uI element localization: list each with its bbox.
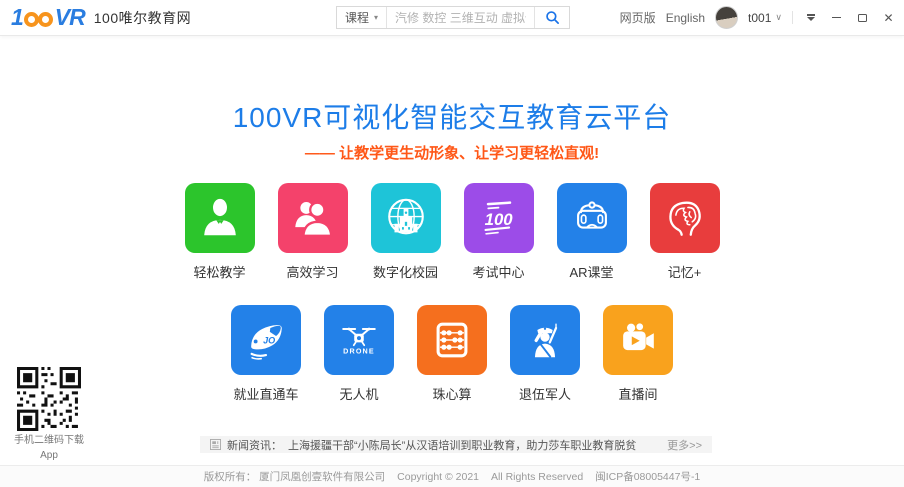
qr-caption-line2: App [0,449,98,464]
news-label: 新闻资讯： [227,437,282,453]
tile-veterans[interactable] [510,305,580,375]
tile-row-1: 轻松教学 高效学习 [0,183,904,281]
svg-text:100: 100 [484,210,513,229]
tile-abacus[interactable] [417,305,487,375]
tile-label: 轻松教学 [193,262,245,281]
qr-caption-line1: 手机二维码下载 [0,434,98,449]
page-subtitle: —— 让教学更生动形象、让学习更轻松直观! [0,142,904,163]
drone-icon: DRONE [336,317,382,363]
tile-label: 退伍军人 [519,384,571,403]
qr-code-image [17,367,81,431]
news-headline-link[interactable]: 上海援疆干部“小陈局长”从汉语培训到职业教育，助力莎车职业教育脱贫 [288,437,636,453]
soldier-icon [522,317,568,363]
video-camera-icon [615,317,661,363]
search-input[interactable] [387,7,534,28]
qr-caption: 手机二维码下载 App [0,434,98,463]
user-menu[interactable]: t001 ∨ [748,11,782,25]
search-button[interactable] [534,7,569,28]
window-controls: ✕ [804,10,895,26]
page-title: 100VR可视化智能交互教育云平台 [0,96,904,136]
web-version-link[interactable]: 网页版 [620,9,656,26]
close-button[interactable]: ✕ [882,10,895,26]
username: t001 [748,11,771,25]
search-category-dropdown[interactable]: 课程 ▾ [337,7,387,28]
tile-label: 直播间 [618,384,657,403]
footer: 版权所有： 厦门凤凰创壹软件有限公司 Copyright © 2021 All … [0,465,904,487]
tile-cell-drone: DRONE 无人机 [324,305,394,403]
tile-cell-efficient-learning: 高效学习 [278,183,348,281]
news-icon [210,439,221,450]
maximize-button[interactable] [856,10,869,26]
app-window: 1 VR 100唯尔教育网 课程 ▾ 网页版 English t001 [0,0,904,487]
caret-down-icon: ▾ [374,13,378,22]
students-icon [290,195,336,241]
tile-label: AR课堂 [569,262,613,281]
footer-icp: 闽ICP备08005447号-1 [595,469,700,484]
tile-exam-center[interactable]: 100 [464,183,534,253]
chevron-down-icon: ∨ [775,12,782,23]
close-icon: ✕ [883,12,893,24]
app-menu-button[interactable] [804,10,817,26]
svg-text:DRONE: DRONE [343,347,375,355]
teacher-icon [197,195,243,241]
news-ticker: 新闻资讯： 上海援疆干部“小陈局长”从汉语培训到职业教育，助力莎车职业教育脱贫 … [200,436,712,453]
minimize-icon [832,17,841,19]
footer-rights: All Rights Reserved [491,471,583,483]
search-bar: 课程 ▾ [336,6,570,29]
brain-icon [662,195,708,241]
tile-live-room[interactable] [603,305,673,375]
tile-label: 高效学习 [286,262,338,281]
tile-cell-exam-center: 100 考试中心 [464,183,534,281]
logo-text-1: 1 [11,6,23,29]
tile-cell-easy-teaching: 轻松教学 [185,183,255,281]
top-bar: 1 VR 100唯尔教育网 课程 ▾ 网页版 English t001 [0,0,904,36]
logo-text-vr: VR [55,6,85,29]
footer-year: Copyright © 2021 [397,471,479,483]
tile-label: 珠心算 [432,384,471,403]
tile-cell-digital-campus: 数字化校园 [371,183,441,281]
english-link[interactable]: English [666,11,705,25]
top-right-controls: 网页版 English t001 ∨ [620,0,895,35]
vr-headset-icon [569,195,615,241]
svg-text:JO: JO [263,335,275,345]
tile-label: 记忆+ [668,262,702,281]
tile-label: 考试中心 [472,262,524,281]
tile-cell-abacus: 珠心算 [417,305,487,403]
tile-cell-veterans: 退伍军人 [510,305,580,403]
tile-cell-live-room: 直播间 [603,305,673,403]
logo-o-icon [38,12,53,27]
tile-cell-employment-express: JO 就业直通车 [231,305,301,403]
tile-drone[interactable]: DRONE [324,305,394,375]
tile-label: 就业直通车 [233,384,298,403]
tile-ar-classroom[interactable] [557,183,627,253]
maximize-icon [858,14,867,22]
tile-efficient-learning[interactable] [278,183,348,253]
tile-label: 无人机 [339,384,378,403]
tile-cell-ar-classroom: AR课堂 [557,183,627,281]
globe-campus-icon [383,195,429,241]
tile-label: 数字化校园 [373,262,438,281]
menu-icon [807,14,815,21]
news-more-link[interactable]: 更多>> [667,437,702,453]
minimize-button[interactable] [830,10,843,26]
logo[interactable]: 1 VR 100唯尔教育网 [11,0,191,35]
tile-easy-teaching[interactable] [185,183,255,253]
tile-row-2: JO 就业直通车 DRONE [0,305,904,403]
train-icon: JO [243,317,289,363]
site-name: 100唯尔教育网 [94,8,191,28]
logo-o-icon [24,12,39,27]
score-100-icon: 100 [476,195,522,241]
tile-employment-express[interactable]: JO [231,305,301,375]
tile-memory-plus[interactable] [650,183,720,253]
tile-cell-memory-plus: 记忆+ [650,183,720,281]
divider [792,11,793,24]
footer-copyright: 版权所有： 厦门凤凰创壹软件有限公司 [204,469,385,484]
search-icon [545,10,560,25]
abacus-icon [429,317,475,363]
tile-digital-campus[interactable] [371,183,441,253]
qr-code [17,367,81,431]
search-category-label: 课程 [345,9,369,26]
avatar[interactable] [715,6,738,29]
